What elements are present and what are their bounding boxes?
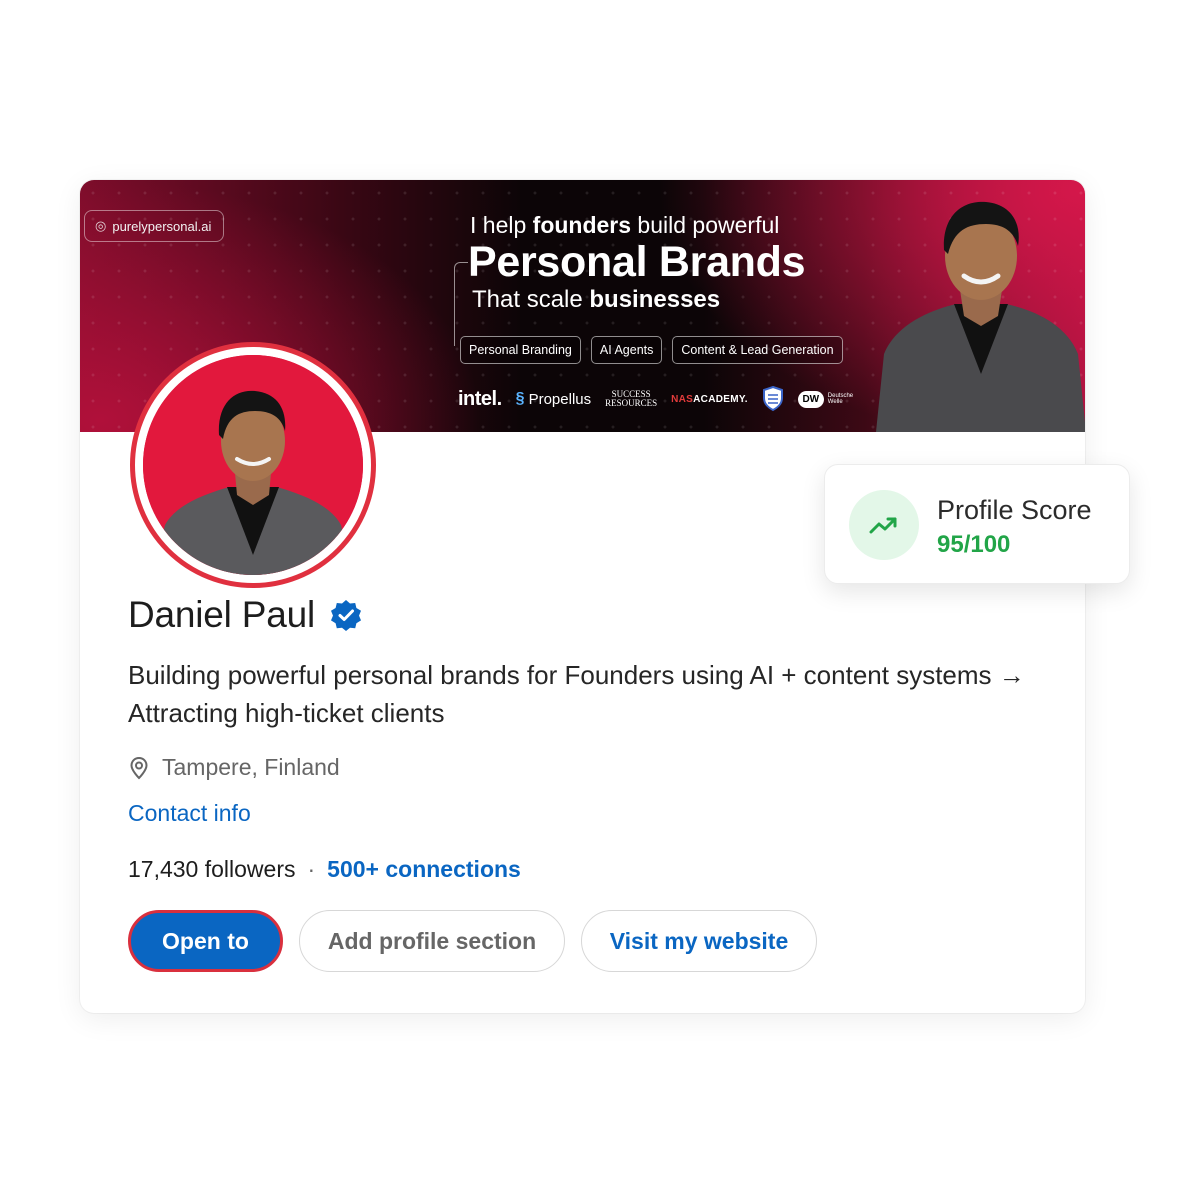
stats-separator: · <box>307 856 316 882</box>
profile-headline: Building powerful personal brands for Fo… <box>128 660 1025 728</box>
add-profile-section-button[interactable]: Add profile section <box>299 910 565 972</box>
name-row: Daniel Paul <box>128 594 363 636</box>
profile-score-title: Profile Score <box>937 495 1092 525</box>
contact-info-link[interactable]: Contact info <box>128 800 251 827</box>
location-text: Tampere, Finland <box>162 754 340 780</box>
banner-website-pill: ◎ purelypersonal.ai <box>84 210 225 242</box>
location-pin-icon <box>130 756 148 779</box>
followers-count: 17,430 followers <box>128 856 296 882</box>
banner-portrait-photo <box>876 201 1085 432</box>
nas-academy-logo: NASACADEMY. <box>671 393 748 405</box>
propellus-logo: § Propellus <box>515 390 592 408</box>
banner-bracket-line <box>454 262 468 346</box>
banner-tag: Personal Branding <box>460 336 581 364</box>
globe-icon: ◎ <box>95 218 107 233</box>
banner-tags: Personal Branding AI Agents Content & Le… <box>460 336 843 364</box>
visit-website-button[interactable]: Visit my website <box>581 910 817 972</box>
success-resources-logo: SUCCESS RESOURCES <box>605 389 658 408</box>
profile-actions: Open to Add profile section Visit my web… <box>128 910 817 972</box>
banner-tag: Content & Lead Generation <box>672 336 843 364</box>
intel-logo: intel. <box>458 387 502 410</box>
profile-score-value: 95/100 <box>937 531 1011 558</box>
university-shield-logo <box>762 386 783 412</box>
deutsche-welle-logo: DW Deutsche Welle <box>797 390 853 408</box>
profile-location: Tampere, Finland <box>128 754 340 781</box>
avatar-photo <box>143 355 363 575</box>
verified-badge-icon[interactable] <box>329 598 363 632</box>
banner-tag: AI Agents <box>590 336 663 364</box>
trending-up-icon <box>849 490 919 560</box>
banner-website-text: purelypersonal.ai <box>112 218 212 234</box>
banner-client-logos: intel. § Propellus SUCCESS RESOURCES NASAC… <box>458 386 853 412</box>
banner-tagline-bottom: That scale businesses <box>472 286 721 313</box>
profile-name: Daniel Paul <box>128 594 316 635</box>
connections-link[interactable]: 500+ connections <box>327 856 521 883</box>
network-stats: 17,430 followers · 500+ connections <box>128 856 521 883</box>
open-to-button[interactable]: Open to <box>128 910 283 972</box>
profile-avatar[interactable] <box>130 342 376 588</box>
banner-tagline-top: I help founders build powerful <box>470 212 780 238</box>
profile-score-card: Profile Score 95/100 <box>824 464 1130 584</box>
profile-card: ◎ purelypersonal.ai I help founders buil… <box>80 180 1085 1013</box>
banner-headline: Personal Brands <box>468 238 806 286</box>
